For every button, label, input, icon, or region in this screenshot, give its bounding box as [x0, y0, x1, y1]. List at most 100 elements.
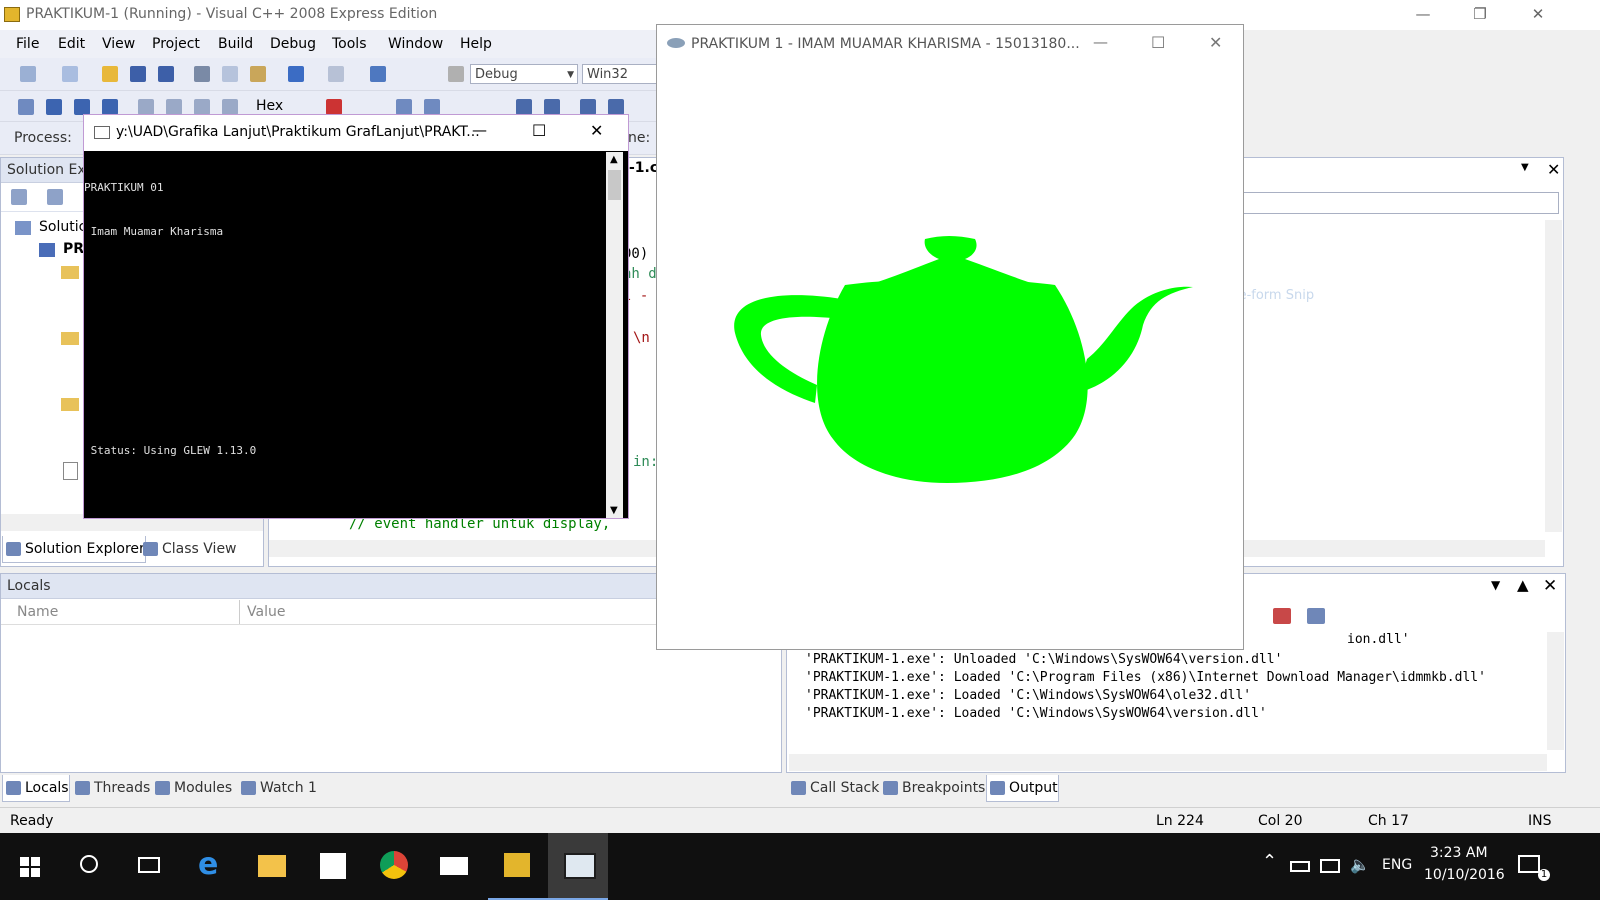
tab-class-view[interactable]: Class View: [140, 536, 237, 562]
task-view-icon[interactable]: [138, 857, 160, 873]
tab-threads[interactable]: Threads: [72, 775, 150, 801]
output-clear-icon[interactable]: [1273, 608, 1291, 624]
save-all-icon[interactable]: [158, 66, 174, 82]
menu-edit[interactable]: Edit: [58, 36, 85, 52]
new-project-icon[interactable]: [20, 66, 36, 82]
menu-view[interactable]: View: [102, 36, 135, 52]
mail-icon[interactable]: [440, 857, 468, 875]
tab-watch-1[interactable]: Watch 1: [238, 775, 317, 801]
step-out-icon[interactable]: [194, 99, 210, 115]
memory-icon[interactable]: [396, 99, 412, 115]
battery-icon[interactable]: [1290, 861, 1310, 872]
registers-icon[interactable]: [424, 99, 440, 115]
open-folder-icon[interactable]: [102, 66, 118, 82]
console-scroll-thumb[interactable]: [608, 170, 621, 200]
tab-locals[interactable]: Locals: [2, 775, 70, 802]
pause-icon[interactable]: [46, 99, 62, 115]
stop-icon[interactable]: [74, 99, 90, 115]
console-taskbar-icon[interactable]: [548, 833, 608, 900]
clock-time[interactable]: 3:23 AM: [1430, 845, 1488, 861]
tab-call-stack[interactable]: Call Stack: [788, 775, 879, 801]
uncomment-icon[interactable]: [608, 99, 624, 115]
output-close-icon[interactable]: ✕: [1543, 576, 1557, 596]
config-combo[interactable]: Debug ▼: [470, 64, 578, 84]
tree-folder-icon[interactable]: [61, 332, 79, 345]
console-maximize-button[interactable]: ☐: [532, 121, 546, 140]
gl-titlebar[interactable]: PRAKTIKUM 1 - IMAM MUAMAR KHARISMA - 150…: [657, 25, 1243, 63]
ide-minimize-button[interactable]: —: [1400, 0, 1446, 30]
breakpoint-icon[interactable]: [326, 99, 342, 115]
output-hscrollbar[interactable]: [789, 754, 1547, 771]
editor-dropdown-icon[interactable]: ▼: [1521, 162, 1529, 173]
console-vscrollbar[interactable]: ▲ ▼: [606, 152, 623, 518]
locals-column-name[interactable]: Name: [17, 604, 58, 620]
menu-window[interactable]: Window: [388, 36, 443, 52]
start-debug-icon[interactable]: [448, 66, 464, 82]
console-window[interactable]: y:\UAD\Grafika Lanjut\Praktikum GrafLanj…: [83, 114, 629, 519]
network-icon[interactable]: [1320, 859, 1340, 873]
properties-icon[interactable]: [11, 189, 27, 205]
menu-build[interactable]: Build: [218, 36, 253, 52]
windows-start-icon[interactable]: [20, 857, 40, 877]
menu-tools[interactable]: Tools: [332, 36, 367, 52]
tab-breakpoints[interactable]: Breakpoints: [880, 775, 985, 801]
cut-icon[interactable]: [194, 66, 210, 82]
show-next-icon[interactable]: [222, 99, 238, 115]
gl-close-button[interactable]: ✕: [1209, 33, 1222, 52]
undo-icon[interactable]: [288, 66, 304, 82]
output-pin-icon[interactable]: ▲: [1517, 576, 1529, 594]
opengl-window[interactable]: PRAKTIKUM 1 - IMAM MUAMAR KHARISMA - 150…: [656, 24, 1244, 650]
output-dropdown-icon[interactable]: ▼: [1491, 578, 1500, 592]
ide-close-button[interactable]: ✕: [1515, 0, 1561, 30]
action-center-icon[interactable]: [1518, 855, 1540, 873]
visual-studio-taskbar-icon[interactable]: [488, 833, 550, 900]
navigate-icon[interactable]: [370, 66, 386, 82]
save-icon[interactable]: [130, 66, 146, 82]
hex-button[interactable]: Hex: [256, 98, 283, 114]
redo-icon[interactable]: [328, 66, 344, 82]
indent-icon[interactable]: [516, 99, 532, 115]
restart-icon[interactable]: [102, 99, 118, 115]
tree-folder-icon[interactable]: [61, 266, 79, 279]
language-indicator[interactable]: ENG: [1382, 857, 1412, 873]
member-combo[interactable]: [1243, 192, 1559, 214]
tab-output[interactable]: Output: [986, 775, 1059, 802]
tab-modules[interactable]: Modules: [152, 775, 232, 801]
show-all-files-icon[interactable]: [47, 189, 63, 205]
tab-solution-explorer[interactable]: Solution Explorer: [2, 536, 146, 563]
console-titlebar[interactable]: y:\UAD\Grafika Lanjut\Praktikum GrafLanj…: [84, 115, 628, 151]
menu-debug[interactable]: Debug: [270, 36, 316, 52]
console-minimize-button[interactable]: —: [472, 121, 487, 139]
output-vscrollbar[interactable]: [1547, 632, 1564, 750]
editor-close-icon[interactable]: ✕: [1547, 160, 1560, 179]
tree-file-icon[interactable]: [63, 462, 78, 480]
gl-maximize-button[interactable]: ☐: [1151, 33, 1165, 52]
menu-file[interactable]: File: [16, 36, 39, 52]
console-close-button[interactable]: ✕: [590, 121, 603, 140]
file-explorer-icon[interactable]: [258, 855, 286, 877]
search-icon[interactable]: [80, 855, 98, 873]
step-into-icon[interactable]: [138, 99, 154, 115]
step-over-icon[interactable]: [166, 99, 182, 115]
add-item-icon[interactable]: [62, 66, 78, 82]
ide-restore-button[interactable]: ❐: [1457, 0, 1503, 30]
console-scroll-up-icon[interactable]: ▲: [610, 154, 618, 165]
menu-help[interactable]: Help: [460, 36, 492, 52]
output-wrap-icon[interactable]: [1307, 608, 1325, 624]
editor-vscrollbar[interactable]: [1545, 220, 1562, 532]
copy-icon[interactable]: [222, 66, 238, 82]
locals-column-value[interactable]: Value: [247, 604, 285, 620]
edge-browser-icon[interactable]: e: [198, 847, 218, 882]
menu-project[interactable]: Project: [152, 36, 200, 52]
chrome-icon[interactable]: [380, 851, 408, 879]
comment-icon[interactable]: [580, 99, 596, 115]
continue-icon[interactable]: [18, 99, 34, 115]
console-scroll-down-icon[interactable]: ▼: [610, 505, 618, 516]
tree-folder-icon[interactable]: [61, 398, 79, 411]
tree-solution-label[interactable]: Solutic: [39, 219, 86, 235]
outdent-icon[interactable]: [544, 99, 560, 115]
volume-icon[interactable]: 🔈: [1350, 855, 1370, 874]
gl-minimize-button[interactable]: —: [1093, 33, 1108, 51]
paste-icon[interactable]: [250, 66, 266, 82]
show-hidden-icons-icon[interactable]: ⌃: [1262, 851, 1277, 872]
